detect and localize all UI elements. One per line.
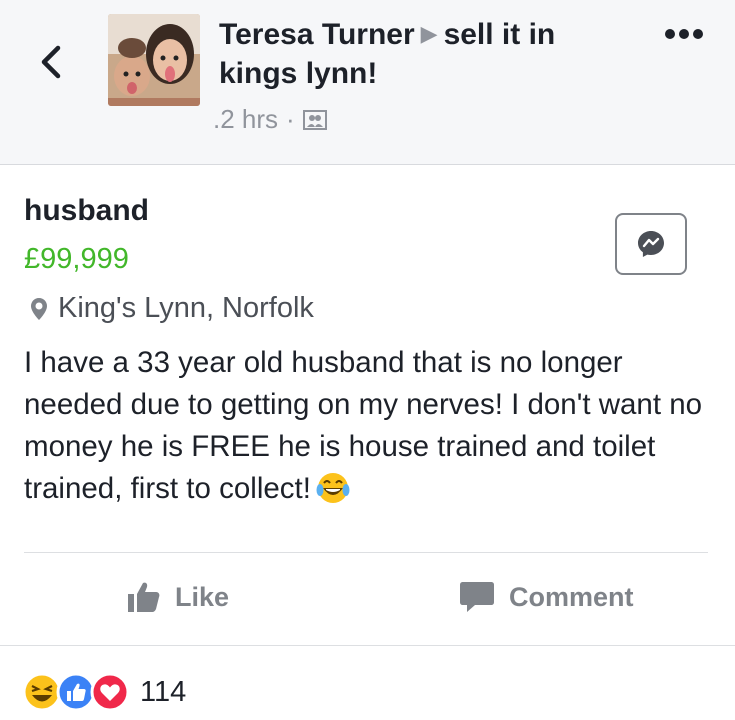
back-button[interactable] [34, 42, 70, 82]
laughing-tears-emoji [315, 470, 351, 518]
author-name[interactable]: Teresa Turner [219, 18, 415, 51]
location-pin-icon [31, 297, 47, 320]
messenger-icon [638, 231, 664, 257]
arrow-right-icon: ▶ [420, 21, 438, 46]
thumbs-up-icon [128, 582, 160, 612]
like-button[interactable]: Like [127, 580, 229, 614]
listing-location: King's Lynn, Norfolk [30, 292, 314, 325]
comment-label: Comment [509, 581, 634, 612]
more-dots-icon [665, 29, 703, 39]
listing-description: I have a 33 year old husband that is no … [24, 342, 724, 518]
location-text: King's Lynn, Norfolk [58, 292, 314, 324]
avatar[interactable] [108, 14, 200, 106]
love-icon [90, 672, 130, 712]
group-audience-icon [302, 109, 327, 130]
more-options-button[interactable] [662, 22, 706, 46]
divider [24, 552, 708, 553]
comment-button[interactable]: Comment [459, 580, 634, 614]
reactions-summary[interactable]: 114 [22, 672, 186, 712]
post-time[interactable]: .2 hrs [213, 104, 278, 135]
like-label: Like [175, 581, 230, 612]
meta-separator: · [286, 104, 295, 134]
message-seller-button[interactable] [615, 213, 687, 275]
post-header: Teresa Turner ▶ sell it in kings lynn! .2 … [0, 0, 735, 165]
reaction-count: 114 [140, 675, 187, 708]
comment-icon [460, 582, 494, 612]
post-author-line: Teresa Turner ▶ sell it in kings lynn! [219, 14, 639, 93]
divider [0, 645, 735, 646]
post-meta: .2 hrs · [213, 104, 327, 135]
listing-price: £99,999 [24, 243, 129, 275]
listing-title: husband [24, 194, 149, 227]
chevron-left-icon [41, 45, 61, 79]
